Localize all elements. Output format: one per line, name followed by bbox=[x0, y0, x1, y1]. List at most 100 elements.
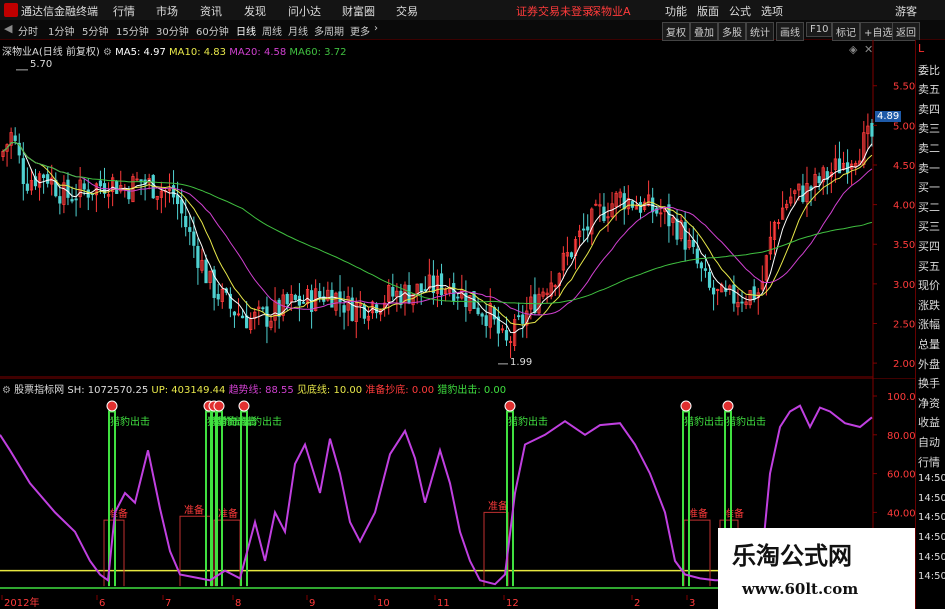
time-tick-label: 3 bbox=[689, 598, 695, 609]
tab-30min[interactable]: 30分钟 bbox=[156, 23, 189, 38]
hunt-dot bbox=[106, 400, 118, 412]
candle-body bbox=[98, 180, 103, 187]
side-panel-item: 换手 bbox=[918, 377, 940, 391]
menu-market-quotes[interactable]: 行情 bbox=[113, 3, 135, 19]
back-button[interactable]: 返回 bbox=[892, 22, 920, 41]
menu-news[interactable]: 资讯 bbox=[200, 3, 222, 19]
side-panel-item: 买三 bbox=[918, 220, 940, 234]
tab-intraday[interactable]: 分时 bbox=[18, 23, 38, 38]
side-panel-item: 卖三 bbox=[918, 122, 940, 136]
side-panel-item[interactable]: 14:50 bbox=[918, 552, 945, 563]
side-panel-item[interactable]: 14:50 bbox=[918, 571, 945, 582]
candle-body bbox=[752, 286, 756, 300]
candle-body bbox=[46, 174, 50, 184]
prepare-label: 准备 bbox=[108, 507, 128, 520]
candle-body bbox=[318, 291, 322, 298]
candle-body bbox=[569, 252, 574, 258]
zoom-icon[interactable]: ◈ bbox=[849, 43, 857, 56]
app-logo-icon bbox=[4, 3, 18, 17]
menu-wealth[interactable]: 财富圈 bbox=[342, 3, 375, 19]
candlestick-chart[interactable]: 5.50 5.00 4.50 4.00 3.50 3.00 2.50 2.00 bbox=[0, 40, 915, 378]
side-panel-item: 净资 bbox=[918, 396, 940, 410]
candle-body bbox=[521, 314, 525, 324]
side-panel-item[interactable]: 14:50 bbox=[918, 493, 945, 504]
menu-discover[interactable]: 发现 bbox=[244, 3, 266, 19]
hunt-label: 猎豹出击 bbox=[726, 415, 766, 428]
side-panel-item: 卖四 bbox=[918, 102, 940, 116]
price-tick-label: 5.00 bbox=[893, 121, 915, 132]
tab-daily[interactable]: 日线 bbox=[236, 23, 256, 38]
price-tick-label: 2.50 bbox=[893, 319, 915, 330]
candle-body bbox=[699, 262, 704, 269]
close-icon[interactable]: ✕ bbox=[864, 43, 873, 56]
candle-body bbox=[622, 193, 626, 210]
candle-body bbox=[504, 330, 509, 341]
candle-body bbox=[870, 122, 874, 137]
tab-weekly[interactable]: 周线 bbox=[262, 23, 282, 38]
tab-monthly[interactable]: 月线 bbox=[288, 23, 308, 38]
menu-market[interactable]: 市场 bbox=[156, 3, 178, 19]
adjust-button[interactable]: 复权 bbox=[662, 22, 690, 41]
tab-15min[interactable]: 15分钟 bbox=[116, 23, 149, 38]
hunt-dot bbox=[504, 400, 516, 412]
candle-body bbox=[338, 291, 342, 303]
guest-label[interactable]: 游客 bbox=[895, 3, 917, 19]
app-title: 通达信金融终端 bbox=[21, 5, 98, 18]
side-panel-item: 涨幅 bbox=[918, 318, 940, 332]
indicator-tick-label: 100.00 bbox=[887, 392, 915, 403]
formula-button[interactable]: 公式 bbox=[729, 3, 751, 19]
candle-body bbox=[362, 304, 366, 319]
candle-body bbox=[431, 275, 436, 294]
tab-1min[interactable]: 1分钟 bbox=[48, 23, 74, 38]
side-panel-item[interactable]: 14:50 bbox=[918, 512, 945, 523]
settings-icon[interactable]: ⚙ bbox=[2, 385, 11, 396]
side-panel-item[interactable]: 自动 bbox=[918, 434, 940, 450]
title-bar: 通达信金融终端 行情 市场 资讯 发现 问小达 财富圈 交易 证券交易未登录 深… bbox=[0, 0, 945, 21]
trend-value: 趋势线: 88.55 bbox=[228, 385, 294, 396]
low-price-label: 1.99 bbox=[510, 357, 533, 368]
mark-button[interactable]: 标记 bbox=[832, 22, 860, 41]
ma5-value: MA5: 4.97 bbox=[115, 47, 166, 58]
prepare-label: 准备 bbox=[488, 499, 508, 512]
main-legend: 深物业A(日线 前复权) ⚙ MA5: 4.97 MA10: 4.83 MA20… bbox=[2, 43, 346, 58]
tab-5min[interactable]: 5分钟 bbox=[82, 23, 108, 38]
up-value: UP: 403149.44 bbox=[151, 385, 226, 396]
prepare-value: 准备抄底: 0.00 bbox=[365, 385, 435, 396]
candle-body bbox=[683, 221, 687, 250]
settings-icon[interactable]: ⚙ bbox=[103, 47, 112, 58]
tab-multi-period[interactable]: 多周期 bbox=[314, 23, 344, 38]
options-button[interactable]: 选项 bbox=[761, 3, 783, 19]
indicator-tick-label: 40.00 bbox=[887, 508, 915, 519]
side-panel-item[interactable]: 14:50 bbox=[918, 473, 945, 484]
candle-body bbox=[419, 283, 423, 292]
candle-body bbox=[25, 183, 29, 191]
multi-stock-button[interactable]: 多股 bbox=[718, 22, 746, 41]
draw-line-button[interactable]: 画线 bbox=[776, 22, 804, 41]
candle-body bbox=[175, 195, 180, 205]
side-panel-item: 现价 bbox=[918, 279, 940, 293]
menu-ask[interactable]: 问小达 bbox=[288, 3, 321, 19]
stats-button[interactable]: 统计 bbox=[746, 22, 774, 41]
add-watchlist-button[interactable]: +自选 bbox=[860, 22, 897, 41]
candle-body bbox=[407, 284, 411, 304]
nav-left-icon[interactable]: ◀ bbox=[4, 22, 12, 35]
tab-more[interactable]: 更多 bbox=[350, 23, 370, 38]
tab-60min[interactable]: 60分钟 bbox=[196, 23, 229, 38]
layout-button[interactable]: 版面 bbox=[697, 3, 719, 19]
more-chevron-icon[interactable]: › bbox=[374, 23, 378, 34]
hunt-dot bbox=[722, 400, 734, 412]
time-tick-label: 10 bbox=[377, 598, 390, 609]
overlay-button[interactable]: 叠加 bbox=[690, 22, 718, 41]
hunt-signal bbox=[506, 410, 514, 587]
hunt-signal bbox=[682, 410, 690, 587]
side-panel-item[interactable]: 14:50 bbox=[918, 532, 945, 543]
candle-body bbox=[480, 313, 484, 317]
f10-button[interactable]: F10 bbox=[806, 22, 833, 37]
function-button[interactable]: 功能 bbox=[665, 3, 687, 19]
login-alert[interactable]: 证券交易未登录 bbox=[516, 3, 593, 19]
menu-trade[interactable]: 交易 bbox=[396, 3, 418, 19]
side-panel-item[interactable]: 行情 bbox=[918, 454, 940, 470]
candle-body bbox=[391, 286, 395, 297]
candle-body bbox=[732, 284, 736, 304]
candle-body bbox=[492, 307, 496, 320]
